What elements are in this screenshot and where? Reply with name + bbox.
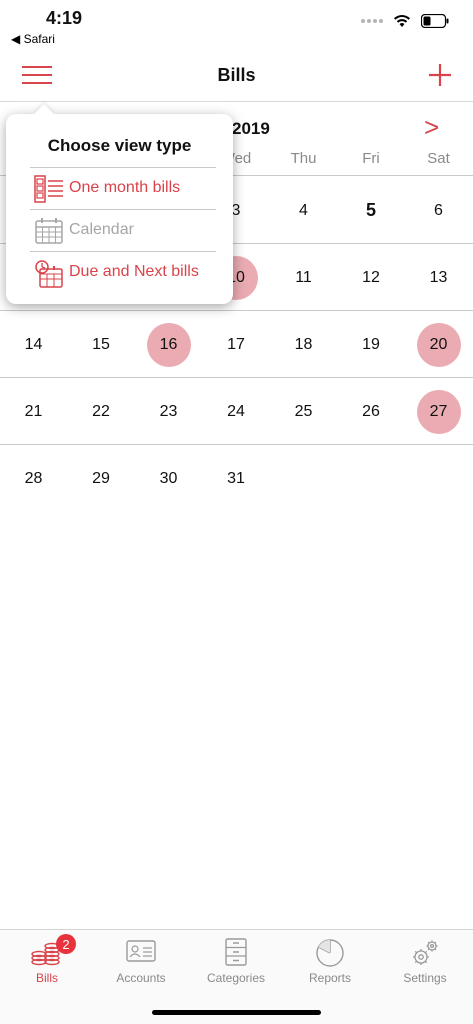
calendar-day[interactable]: 23 [135,378,202,445]
calendar-day-number: 28 [24,469,43,487]
bills-count-badge: 2 [56,934,76,954]
popover-item-label: Calendar [69,221,134,238]
tab-settings[interactable]: Settings [378,930,472,990]
calendar-day[interactable]: 18 [270,311,337,378]
status-bar: 4:19 ◀ Safari [0,0,473,50]
tab-bar: 2 Bills Accounts Categories Reports Sett… [0,929,473,1024]
weekday-label: Fri [362,150,380,167]
tab-accounts[interactable]: Accounts [94,930,188,990]
month-title: 2019 [232,119,270,138]
calendar-day-number: 14 [24,335,43,353]
calendar-day[interactable]: 30 [135,445,202,512]
calendar-day-number: 29 [92,469,110,487]
next-month-button[interactable]: > [424,112,439,143]
calendar-day-number: 23 [159,402,178,420]
calendar-week-row: 28 29 30 31 [0,445,473,512]
tab-reports[interactable]: Reports [283,930,377,990]
calendar-week-row: 14 15 16 17 18 19 20 [0,311,473,378]
calendar-day[interactable]: 24 [203,378,270,445]
calendar-day-number: 18 [294,335,313,353]
calendar-day[interactable]: 11 [270,244,337,311]
tab-label: Bills [35,971,58,985]
calendar-icon [35,218,63,244]
calendar-day-number: 25 [294,402,313,420]
calendar-day[interactable]: 20 [405,311,472,378]
calendar-day-number: 6 [434,201,443,219]
cellular-signal-icon [361,19,383,23]
calendar-day[interactable]: 5 [338,177,405,244]
categories-cabinet-icon [225,938,247,966]
calendar-day[interactable]: 6 [405,177,472,244]
battery-icon [421,14,449,28]
navigation-bar: Bills [0,50,473,102]
popover-item-label: One month bills [69,179,181,196]
tab-label: Reports [308,971,352,985]
calendar-day-number: 19 [362,335,380,353]
calendar-day[interactable]: 17 [203,311,270,378]
calendar-day-number: 27 [429,402,448,420]
due-next-bills-icon [35,260,63,288]
plus-icon [429,64,451,86]
weekday-label: Sat [427,150,450,167]
popover-title: Choose view type [47,136,192,155]
weekday-label: Thu [290,150,317,167]
tab-label: Settings [403,971,447,985]
calendar-day[interactable]: 27 [405,378,472,445]
accounts-card-icon [126,940,156,962]
settings-gears-icon [413,940,438,965]
status-indicators [361,14,449,28]
calendar-day[interactable]: 28 [0,445,67,512]
calendar-day-number: 30 [159,469,178,487]
status-time: 4:19 [46,8,83,28]
calendar-day[interactable]: 25 [270,378,337,445]
due-and-next-bills-option[interactable]: Due and Next bills [30,251,216,293]
calendar-day-number: 5 [365,200,376,220]
tab-label: Accounts [116,971,166,985]
one-month-bills-option[interactable]: One month bills [30,167,216,209]
calendar-day[interactable]: 19 [338,311,405,378]
calendar-day-number: 11 [295,268,312,286]
calendar-day[interactable]: 21 [0,378,67,445]
home-indicator [152,1010,321,1015]
calendar-day[interactable]: 26 [338,378,405,445]
add-bill-button[interactable] [425,60,455,90]
view-type-popover: Choose view type One month bills Calenda… [6,104,233,304]
one-month-bills-icon [34,175,63,203]
calendar-day-number: 21 [24,402,43,420]
calendar-day-number: 12 [362,268,380,286]
calendar-day[interactable]: 13 [405,244,472,311]
calendar-day-number: 22 [92,402,110,420]
calendar-day-number: 4 [299,201,308,219]
calendar-day-number: 26 [362,402,380,420]
tab-categories[interactable]: Categories [189,930,283,990]
calendar-week-row: 21 22 23 24 25 26 27 [0,378,473,445]
calendar-day[interactable]: 16 [135,311,202,378]
calendar-day[interactable]: 15 [68,311,135,378]
calendar-day-number: 13 [429,268,448,286]
calendar-day-number: 15 [92,335,110,353]
page-title: Bills [217,65,256,85]
calendar-day[interactable]: 4 [270,177,337,244]
back-to-safari-link[interactable]: ◀ Safari [11,32,55,46]
tab-label: Categories [206,971,266,985]
calendar-day[interactable]: 12 [338,244,405,311]
calendar-day[interactable]: 31 [203,445,270,512]
calendar-day-number: 16 [159,335,178,353]
popover-item-label: Due and Next bills [69,263,199,280]
calendar-day-number: 24 [227,402,245,420]
calendar-option[interactable]: Calendar [30,209,216,251]
calendar-day-number: 31 [227,469,245,487]
tab-bills[interactable]: 2 Bills [0,930,94,990]
calendar-day[interactable]: 29 [68,445,135,512]
calendar-day[interactable]: 22 [68,378,135,445]
reports-pie-icon [316,939,344,967]
calendar-day-number: 17 [227,335,245,353]
calendar-day[interactable]: 14 [0,311,67,378]
calendar-day-number: 20 [429,335,448,353]
wifi-icon [394,15,410,27]
